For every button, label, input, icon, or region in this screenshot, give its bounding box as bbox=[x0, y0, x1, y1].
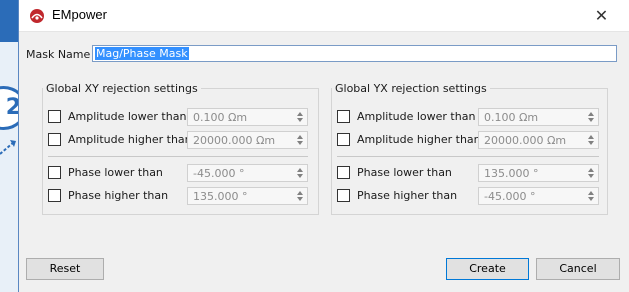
xy-phase-higher-value: 135.000 ° bbox=[193, 190, 248, 203]
xy-amplitude-lower-spinbox[interactable]: 0.100 Ωm bbox=[187, 108, 308, 126]
yx-phase-higher-label: Phase higher than bbox=[357, 189, 458, 202]
yx-phase-higher-value: -45.000 ° bbox=[484, 190, 536, 203]
yx-amplitude-lower-spinbox[interactable]: 0.100 Ωm bbox=[478, 108, 599, 126]
cancel-button[interactable]: Cancel bbox=[536, 258, 620, 280]
yx-amplitude-higher-checkbox[interactable] bbox=[337, 133, 350, 146]
xy-amplitude-higher-spinbox[interactable]: 20000.000 Ωm bbox=[187, 131, 308, 149]
yx-amplitude-lower-checkbox[interactable] bbox=[337, 110, 350, 123]
yx-phase-lower-label: Phase lower than bbox=[357, 166, 452, 179]
spin-arrows-icon[interactable] bbox=[587, 190, 595, 202]
yx-phase-lower-checkbox[interactable] bbox=[337, 166, 350, 179]
spin-arrows-icon[interactable] bbox=[296, 134, 304, 146]
xy-phase-lower-spinbox[interactable]: -45.000 ° bbox=[187, 164, 308, 182]
empower-app-icon bbox=[30, 9, 44, 23]
yx-divider bbox=[337, 156, 599, 157]
title-bar: EMpower ✕ bbox=[19, 0, 629, 32]
mask-name-label: Mask Name bbox=[26, 48, 91, 61]
xy-divider bbox=[48, 156, 308, 157]
yx-phase-lower-spinbox[interactable]: 135.000 ° bbox=[478, 164, 599, 182]
yx-group-title: Global YX rejection settings bbox=[332, 82, 490, 95]
xy-phase-higher-spinbox[interactable]: 135.000 ° bbox=[187, 187, 308, 205]
host-app-header-band bbox=[0, 0, 18, 42]
window-title: EMpower bbox=[52, 7, 107, 22]
xy-group-title: Global XY rejection settings bbox=[43, 82, 201, 95]
close-button[interactable]: ✕ bbox=[579, 0, 624, 31]
xy-phase-lower-label: Phase lower than bbox=[68, 166, 163, 179]
xy-amplitude-higher-checkbox[interactable] bbox=[48, 133, 61, 146]
yx-amplitude-higher-label: Amplitude higher than bbox=[357, 133, 481, 146]
xy-phase-lower-value: -45.000 ° bbox=[193, 167, 245, 180]
spin-arrows-icon[interactable] bbox=[587, 134, 595, 146]
mask-dialog: EMpower ✕ Mask Name Mag/Phase Mask Globa… bbox=[18, 0, 629, 292]
close-icon: ✕ bbox=[594, 6, 609, 25]
create-button[interactable]: Create bbox=[446, 258, 529, 280]
yx-amplitude-lower-value: 0.100 Ωm bbox=[484, 111, 539, 124]
reset-button[interactable]: Reset bbox=[26, 258, 104, 280]
spin-arrows-icon[interactable] bbox=[587, 111, 595, 123]
xy-amplitude-lower-value: 0.100 Ωm bbox=[193, 111, 248, 124]
spin-arrows-icon[interactable] bbox=[587, 167, 595, 179]
yx-amplitude-higher-spinbox[interactable]: 20000.000 Ωm bbox=[478, 131, 599, 149]
xy-phase-lower-checkbox[interactable] bbox=[48, 166, 61, 179]
yx-phase-higher-checkbox[interactable] bbox=[337, 189, 350, 202]
xy-amplitude-lower-checkbox[interactable] bbox=[48, 110, 61, 123]
pointer-arrow-icon bbox=[0, 140, 16, 155]
spin-arrows-icon[interactable] bbox=[296, 190, 304, 202]
xy-amplitude-higher-label: Amplitude higher than bbox=[68, 133, 192, 146]
spin-arrows-icon[interactable] bbox=[296, 111, 304, 123]
spin-arrows-icon[interactable] bbox=[296, 167, 304, 179]
xy-amplitude-higher-value: 20000.000 Ωm bbox=[193, 134, 276, 147]
mask-name-value: Mag/Phase Mask bbox=[95, 47, 189, 60]
yx-amplitude-lower-label: Amplitude lower than bbox=[357, 110, 476, 123]
xy-phase-higher-label: Phase higher than bbox=[68, 189, 169, 202]
mask-name-input[interactable]: Mag/Phase Mask bbox=[92, 45, 617, 62]
xy-phase-higher-checkbox[interactable] bbox=[48, 189, 61, 202]
yx-phase-lower-value: 135.000 ° bbox=[484, 167, 539, 180]
yx-amplitude-higher-value: 20000.000 Ωm bbox=[484, 134, 567, 147]
xy-amplitude-lower-label: Amplitude lower than bbox=[68, 110, 187, 123]
yx-phase-higher-spinbox[interactable]: -45.000 ° bbox=[478, 187, 599, 205]
